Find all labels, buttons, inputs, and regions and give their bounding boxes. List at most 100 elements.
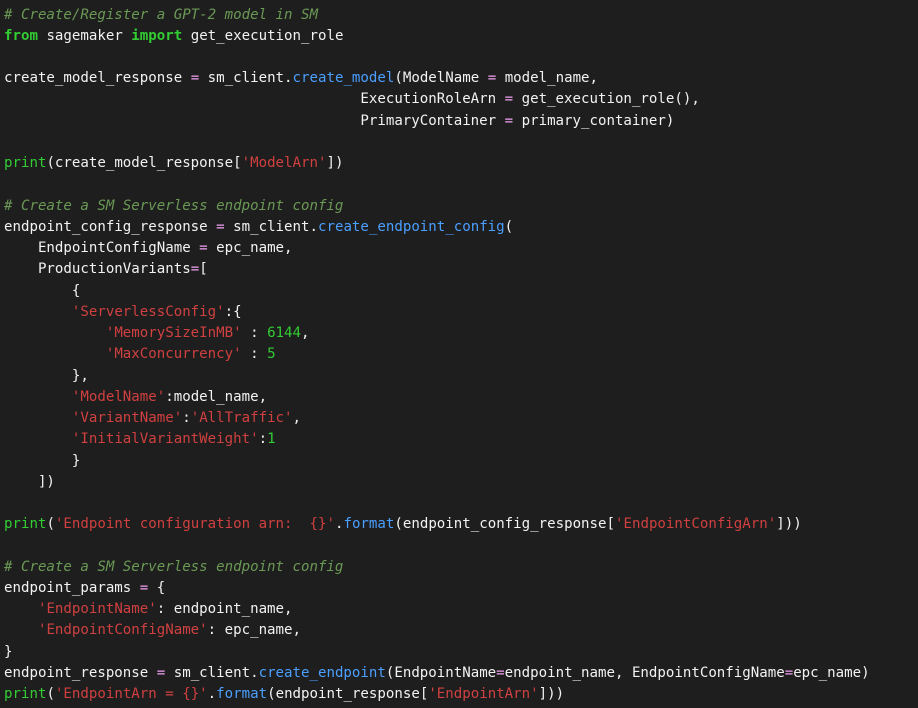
code-string: 'ServerlessConfig' (71, 304, 225, 320)
code-operator: = (190, 70, 200, 86)
code-text: :model_name, (165, 389, 268, 405)
code-text: model_name, (496, 70, 599, 86)
code-text: } (4, 644, 13, 660)
code-line: from sagemaker import get_execution_role (4, 26, 343, 47)
code-text: [ (199, 261, 208, 277)
code-line: 'MemorySizeInMB' : 6144, (4, 323, 310, 344)
code-line: endpoint_params = { (4, 578, 165, 599)
code-line: }, (4, 366, 89, 387)
code-text: PrimaryContainer (4, 113, 505, 129)
code-string: 'Endpoint configuration arn: {}' (54, 516, 335, 532)
code-line: 'EndpointConfigName': epc_name, (4, 620, 301, 641)
code-text: . (207, 686, 217, 702)
code-text: sm_client. (199, 70, 293, 86)
code-text: ])) (776, 516, 802, 532)
code-text: : (241, 346, 268, 362)
code-string: 'VariantName' (71, 410, 183, 426)
code-line: 'MaxConcurrency' : 5 (4, 344, 276, 365)
code-text: ]) (4, 474, 55, 490)
code-text: epc_name, (207, 240, 293, 256)
code-string: 'MaxConcurrency' (105, 346, 242, 362)
code-editor[interactable]: # Create/Register a GPT-2 model in SM fro… (0, 0, 918, 708)
code-line: # Create a SM Serverless endpoint config (4, 557, 343, 578)
code-line: } (4, 451, 81, 472)
code-text: get_execution_role (182, 28, 344, 44)
code-line: print(create_model_response['ModelArn']) (4, 153, 343, 174)
code-text: : (258, 431, 268, 447)
code-string: 'InitialVariantWeight' (71, 431, 259, 447)
code-text: endpoint_name, EndpointConfigName (504, 665, 785, 681)
code-string: 'EndpointConfigArn' (615, 516, 777, 532)
code-text: sm_client. (224, 219, 318, 235)
code-text: ( (46, 516, 55, 532)
code-text: endpoint_config_response (4, 219, 217, 235)
code-string: 'EndpointName' (37, 601, 157, 617)
code-text: (endpoint_response[ (267, 686, 429, 702)
code-line: create_model_response = sm_client.create… (4, 68, 598, 89)
code-line: 'EndpointName': endpoint_name, (4, 599, 293, 620)
code-line: endpoint_config_response = sm_client.cre… (4, 217, 513, 238)
code-line: endpoint_response = sm_client.create_end… (4, 663, 870, 684)
code-text: : (182, 410, 191, 426)
code-function: create_endpoint (258, 665, 386, 681)
code-operator: = (139, 580, 149, 596)
code-text: ExecutionRoleArn (4, 91, 505, 107)
code-line: ProductionVariants=[ (4, 259, 208, 280)
code-text: : epc_name, (207, 622, 301, 638)
code-text: , (301, 325, 310, 341)
code-text: :{ (224, 304, 242, 320)
code-line: 'VariantName':'AllTraffic', (4, 408, 301, 429)
code-operator: = (504, 91, 514, 107)
code-builtin: print (4, 155, 47, 171)
code-line: # Create/Register a GPT-2 model in SM (4, 5, 318, 26)
code-text: get_execution_role(), (513, 91, 700, 107)
code-number: 6144 (267, 325, 302, 341)
code-operator: = (504, 113, 514, 129)
code-text: { (4, 283, 81, 299)
code-line: PrimaryContainer = primary_container) (4, 111, 674, 132)
code-keyword: import (131, 28, 183, 44)
code-text: }, (4, 368, 89, 384)
code-text: (create_model_response[ (46, 155, 242, 171)
code-operator: = (496, 665, 505, 681)
code-line: ]) (4, 472, 55, 493)
code-line: print('Endpoint configuration arn: {}'.f… (4, 514, 802, 535)
code-text: EndpointConfigName (4, 240, 200, 256)
code-string: 'EndpointConfigName' (37, 622, 208, 638)
code-string: 'MemorySizeInMB' (105, 325, 242, 341)
code-builtin: print (4, 516, 47, 532)
code-line: { (4, 281, 81, 302)
code-text: (endpoint_config_response[ (394, 516, 615, 532)
code-line: 'ServerlessConfig':{ (4, 302, 242, 323)
code-comment: # Create a SM Serverless endpoint config (4, 559, 344, 575)
code-line: EndpointConfigName = epc_name, (4, 238, 293, 259)
code-line: ExecutionRoleArn = get_execution_role(), (4, 89, 700, 110)
code-text: endpoint_response (4, 665, 157, 681)
code-operator: = (190, 261, 200, 277)
code-text: (ModelName (394, 70, 488, 86)
code-text: ]) (326, 155, 344, 171)
code-text: primary_container) (513, 113, 675, 129)
code-line: } (4, 642, 13, 663)
code-text: create_model_response (4, 70, 191, 86)
code-function: format (216, 686, 268, 702)
code-text: sagemaker (37, 28, 132, 44)
code-text: : endpoint_name, (156, 601, 293, 617)
code-comment: # Create a SM Serverless endpoint config (4, 198, 344, 214)
code-operator: = (784, 665, 794, 681)
code-text: ProductionVariants (4, 261, 191, 277)
code-operator: = (199, 240, 208, 256)
code-string: 'AllTraffic' (190, 410, 293, 426)
code-text: { (148, 580, 166, 596)
code-string: 'ModelArn' (241, 155, 327, 171)
code-text: , (292, 410, 302, 426)
code-line: 'ModelName':model_name, (4, 387, 267, 408)
code-text: ])) (538, 686, 565, 702)
code-text: } (4, 453, 81, 469)
code-line: # Create a SM Serverless endpoint config (4, 196, 343, 217)
